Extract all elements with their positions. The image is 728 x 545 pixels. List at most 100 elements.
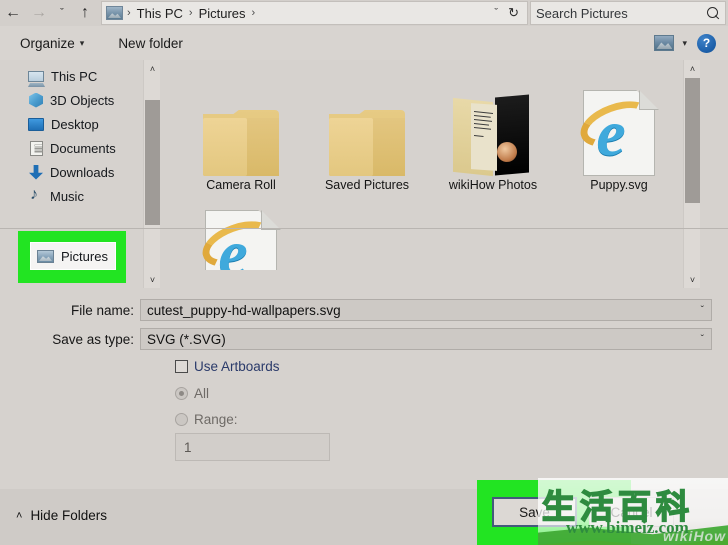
music-icon bbox=[30, 186, 43, 204]
use-artboards-label: Use Artboards bbox=[194, 359, 280, 374]
svg-file-icon: e bbox=[191, 210, 291, 270]
breadcrumb-item-this-pc[interactable]: This PC bbox=[132, 6, 188, 21]
list-item[interactable]: Saved Pictures bbox=[304, 68, 430, 210]
3d-objects-icon bbox=[29, 92, 43, 108]
list-item[interactable]: e Puppy.svg bbox=[556, 68, 682, 210]
sidebar-item-label: Music bbox=[50, 188, 84, 204]
chevron-down-icon[interactable]: ˇ bbox=[694, 305, 711, 316]
save-form: File name: cutest_puppy-hd-wallpapers.sv… bbox=[0, 289, 728, 489]
list-item[interactable]: wikiHow Photos bbox=[430, 68, 556, 210]
scroll-up-icon[interactable]: ˄ bbox=[144, 60, 160, 77]
scrollbar-thumb[interactable] bbox=[145, 100, 160, 225]
scrollbar-thumb[interactable] bbox=[685, 78, 700, 203]
file-name-value: cutest_puppy-hd-wallpapers.svg bbox=[147, 302, 341, 318]
this-pc-icon bbox=[28, 71, 44, 82]
sidebar-item-documents[interactable]: Documents bbox=[0, 136, 160, 160]
radio-range-label: Range: bbox=[194, 412, 238, 427]
refresh-icon[interactable]: ↻ bbox=[504, 5, 523, 21]
radio-all-label: All bbox=[194, 386, 210, 401]
forward-icon[interactable]: → bbox=[26, 1, 52, 25]
file-name-label: Puppy.svg bbox=[590, 178, 648, 192]
up-icon[interactable]: ↑ bbox=[72, 1, 98, 25]
back-icon[interactable]: ← bbox=[0, 1, 26, 25]
new-folder-label: New folder bbox=[118, 35, 183, 51]
chevron-down-icon: ▾ bbox=[79, 37, 85, 48]
file-grid: Camera Roll Saved Pictures wikiHow Photo… bbox=[178, 68, 700, 270]
cancel-button-label: Cancel bbox=[610, 504, 653, 520]
save-as-dialog: ← → ˇ ↑ › This PC › Pictures › ˇ ↻ Searc… bbox=[0, 0, 728, 545]
organize-label: Organize bbox=[20, 35, 75, 51]
breadcrumb-chevron-down-icon[interactable]: ˇ bbox=[488, 7, 504, 19]
sidebar-item-3d-objects[interactable]: 3D Objects bbox=[0, 88, 160, 112]
pictures-icon bbox=[37, 250, 54, 263]
organize-button[interactable]: Organize ▾ bbox=[14, 30, 90, 56]
sidebar-item-pictures[interactable]: Pictures bbox=[30, 242, 116, 270]
hide-folders-label: Hide Folders bbox=[30, 508, 107, 523]
folder-icon bbox=[317, 68, 417, 176]
list-item[interactable]: e bbox=[178, 210, 304, 270]
range-value: 1 bbox=[184, 439, 192, 455]
sidebar-item-music[interactable]: Music bbox=[0, 184, 160, 208]
recent-locations-chevron-down-icon[interactable]: ˇ bbox=[52, 1, 72, 25]
file-name-label: wikiHow Photos bbox=[448, 178, 538, 192]
save-button[interactable]: Save bbox=[492, 497, 577, 527]
chevron-up-icon: ˄ bbox=[16, 509, 23, 522]
sidebar-item-label: Documents bbox=[50, 140, 116, 156]
change-view-chevron-down-icon[interactable]: ▾ bbox=[682, 38, 687, 49]
navigation-pane-scrollbar[interactable]: ˄ ˅ bbox=[143, 60, 160, 288]
scroll-down-icon[interactable]: ˅ bbox=[684, 271, 700, 288]
sidebar-item-this-pc[interactable]: This PC bbox=[0, 64, 160, 88]
scroll-up-icon[interactable]: ˄ bbox=[684, 60, 700, 77]
save-button-label: Save bbox=[519, 504, 550, 520]
list-item[interactable]: Camera Roll bbox=[178, 68, 304, 210]
book-folder-icon bbox=[443, 68, 543, 177]
use-artboards-checkbox[interactable]: Use Artboards bbox=[175, 359, 280, 374]
desktop-icon bbox=[28, 118, 44, 131]
command-bar: Organize ▾ New folder ▾ ? bbox=[0, 26, 728, 60]
sidebar-item-downloads[interactable]: Downloads bbox=[0, 160, 160, 184]
sidebar-item-label: Pictures bbox=[61, 248, 108, 264]
file-list-pane: Camera Roll Saved Pictures wikiHow Photo… bbox=[178, 60, 700, 288]
sidebar-item-label: Desktop bbox=[51, 116, 99, 132]
hide-folders-button[interactable]: ˄ Hide Folders bbox=[16, 508, 107, 523]
file-name-label: File name: bbox=[70, 302, 134, 318]
documents-icon bbox=[30, 140, 43, 156]
cancel-button[interactable]: Cancel bbox=[589, 497, 674, 527]
new-folder-button[interactable]: New folder bbox=[112, 30, 189, 56]
radio-range[interactable]: Range: bbox=[175, 412, 238, 427]
svg-file-icon: e bbox=[569, 68, 669, 176]
save-as-type-row: Save as type: SVG (*.SVG) ˇ bbox=[0, 328, 728, 350]
file-name-label: Saved Pictures bbox=[324, 178, 410, 192]
breadcrumb-separator: › bbox=[251, 7, 256, 19]
radio-button[interactable] bbox=[175, 413, 188, 426]
help-button[interactable]: ? bbox=[697, 33, 716, 53]
folder-icon bbox=[191, 68, 291, 176]
breadcrumb[interactable]: › This PC › Pictures › ˇ ↻ bbox=[101, 1, 528, 25]
save-as-type-value: SVG (*.SVG) bbox=[147, 331, 226, 347]
file-name-input[interactable]: cutest_puppy-hd-wallpapers.svg ˇ bbox=[140, 299, 712, 321]
save-as-type-label: Save as type: bbox=[52, 331, 134, 347]
breadcrumb-item-pictures[interactable]: Pictures bbox=[194, 6, 251, 21]
radio-all[interactable]: All bbox=[175, 386, 209, 401]
sidebar-item-label: Downloads bbox=[50, 164, 115, 180]
change-view-icon[interactable] bbox=[654, 35, 675, 51]
pictures-icon bbox=[106, 6, 123, 20]
address-bar: ← → ˇ ↑ › This PC › Pictures › ˇ ↻ Searc… bbox=[0, 0, 728, 26]
file-name-row: File name: cutest_puppy-hd-wallpapers.sv… bbox=[0, 299, 728, 321]
search-icon bbox=[707, 6, 720, 20]
pane-divider bbox=[0, 228, 728, 229]
save-as-type-select[interactable]: SVG (*.SVG) ˇ bbox=[140, 328, 712, 350]
search-placeholder: Search Pictures bbox=[536, 5, 628, 21]
checkbox-box[interactable] bbox=[175, 360, 188, 373]
search-input[interactable]: Search Pictures bbox=[530, 1, 726, 25]
scroll-down-icon[interactable]: ˅ bbox=[144, 271, 160, 288]
downloads-icon bbox=[29, 164, 43, 180]
sidebar-item-label: 3D Objects bbox=[50, 92, 115, 108]
chevron-down-icon[interactable]: ˇ bbox=[694, 334, 711, 345]
range-input[interactable]: 1 bbox=[175, 433, 330, 461]
sidebar-item-label: This PC bbox=[51, 68, 98, 84]
radio-button[interactable] bbox=[175, 387, 188, 400]
file-list-scrollbar[interactable]: ˄ ˅ bbox=[683, 60, 700, 288]
sidebar-item-desktop[interactable]: Desktop bbox=[0, 112, 160, 136]
file-name-label: Camera Roll bbox=[206, 178, 276, 192]
